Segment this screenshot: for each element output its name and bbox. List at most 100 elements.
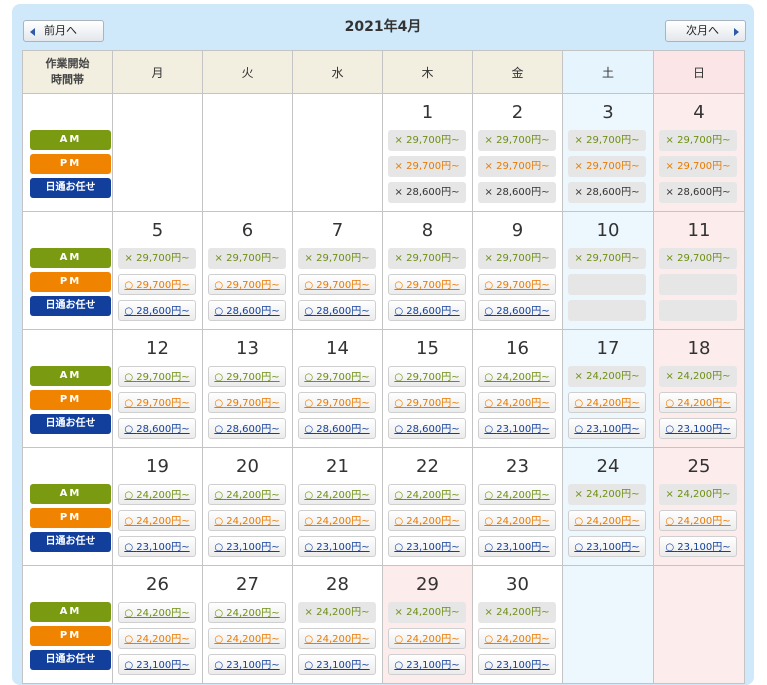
am-slot-available[interactable]: ○ 24,200円~ xyxy=(478,484,556,505)
free-slot-available[interactable]: ○ 28,600円~ xyxy=(388,418,466,439)
slot-price: 24,200円~ xyxy=(496,490,550,501)
free-slot-available[interactable]: ○ 23,100円~ xyxy=(118,536,196,557)
free-slot-available[interactable]: ○ 23,100円~ xyxy=(388,654,466,675)
pm-slot-available[interactable]: ○ 29,700円~ xyxy=(388,392,466,413)
pm-slot-available[interactable]: ○ 24,200円~ xyxy=(208,628,286,649)
am-slot-available[interactable]: ○ 24,200円~ xyxy=(388,484,466,505)
pm-slot-available[interactable]: ○ 29,700円~ xyxy=(388,274,466,295)
pm-slot-available[interactable]: ○ 29,700円~ xyxy=(298,392,376,413)
am-slot-available[interactable]: ○ 24,200円~ xyxy=(478,366,556,387)
am-slot-available[interactable]: ○ 24,200円~ xyxy=(118,484,196,505)
calendar-day-cell: 7 × 29,700円~ ○ 29,700円~ ○ 28,600円~ xyxy=(292,211,383,330)
slot-price: 23,100円~ xyxy=(316,660,370,671)
pm-slot-available[interactable]: ○ 24,200円~ xyxy=(659,510,737,531)
free-slot-available[interactable]: ○ 28,600円~ xyxy=(208,300,286,321)
circle-icon: ○ xyxy=(124,542,134,553)
free-slot-available[interactable]: ○ 28,600円~ xyxy=(388,300,466,321)
slot-price: 24,200円~ xyxy=(586,516,640,527)
calendar-day-cell: 12 ○ 29,700円~ ○ 29,700円~ ○ 28,600円~ xyxy=(112,329,203,448)
am-slot-available[interactable]: ○ 24,200円~ xyxy=(208,484,286,505)
free-slot-label: 日通お任せ xyxy=(30,532,111,552)
free-slot-available[interactable]: ○ 28,600円~ xyxy=(208,418,286,439)
calendar-day-cell: 20 ○ 24,200円~ ○ 24,200円~ ○ 23,100円~ xyxy=(202,447,293,566)
free-slot-available[interactable]: ○ 23,100円~ xyxy=(659,536,737,557)
day-number: 17 xyxy=(596,338,620,359)
free-slot-available[interactable]: ○ 23,100円~ xyxy=(208,536,286,557)
am-slot-full: × 29,700円~ xyxy=(118,248,196,269)
cross-icon: × xyxy=(484,607,493,618)
pm-slot-available[interactable]: ○ 24,200円~ xyxy=(208,510,286,531)
pm-slot-available[interactable]: ○ 24,200円~ xyxy=(478,628,556,649)
am-slot-available[interactable]: ○ 29,700円~ xyxy=(208,366,286,387)
pm-slot-available[interactable]: ○ 29,700円~ xyxy=(208,274,286,295)
pm-slot-available[interactable]: ○ 24,200円~ xyxy=(118,628,196,649)
free-slot-available[interactable]: ○ 23,100円~ xyxy=(478,654,556,675)
calendar-day-cell: 24 × 24,200円~ ○ 24,200円~ ○ 23,100円~ xyxy=(562,447,654,566)
free-slot-available[interactable]: ○ 28,600円~ xyxy=(478,300,556,321)
pm-slot-available[interactable]: ○ 24,200円~ xyxy=(478,510,556,531)
slot-price: 29,700円~ xyxy=(406,398,460,409)
next-month-button[interactable]: 次月へ xyxy=(665,20,746,42)
slot-price: 29,700円~ xyxy=(586,161,640,172)
slot-price: 24,200円~ xyxy=(406,634,460,645)
day-number: 8 xyxy=(421,220,434,241)
pm-slot-available[interactable]: ○ 29,700円~ xyxy=(118,392,196,413)
pm-slot-available[interactable]: ○ 24,200円~ xyxy=(568,392,646,413)
free-slot-available[interactable]: ○ 28,600円~ xyxy=(298,418,376,439)
cross-icon: × xyxy=(484,135,493,146)
slot-price: 23,100円~ xyxy=(316,542,370,553)
am-slot-available[interactable]: ○ 24,200円~ xyxy=(118,602,196,623)
day-number: 1 xyxy=(421,102,434,123)
slot-price: 28,600円~ xyxy=(406,187,460,198)
free-slot-available[interactable]: ○ 23,100円~ xyxy=(298,536,376,557)
pm-slot-available[interactable]: ○ 29,700円~ xyxy=(208,392,286,413)
pm-slot-available[interactable]: ○ 24,200円~ xyxy=(388,510,466,531)
free-slot-available[interactable]: ○ 23,100円~ xyxy=(568,536,646,557)
pm-slot-available[interactable]: ○ 24,200円~ xyxy=(298,510,376,531)
pm-slot-available[interactable]: ○ 29,700円~ xyxy=(118,274,196,295)
am-slot-available[interactable]: ○ 29,700円~ xyxy=(298,366,376,387)
calendar-day-cell: 25 × 24,200円~ ○ 24,200円~ ○ 23,100円~ xyxy=(653,447,745,566)
cross-icon: × xyxy=(394,253,403,264)
am-slot-available[interactable]: ○ 24,200円~ xyxy=(208,602,286,623)
am-slot-available[interactable]: ○ 29,700円~ xyxy=(118,366,196,387)
pm-slot-available[interactable]: ○ 29,700円~ xyxy=(298,274,376,295)
free-slot-available[interactable]: ○ 28,600円~ xyxy=(298,300,376,321)
pm-slot-available[interactable]: ○ 24,200円~ xyxy=(118,510,196,531)
pm-slot-available[interactable]: ○ 24,200円~ xyxy=(388,628,466,649)
circle-icon: ○ xyxy=(394,634,404,645)
slot-price: 24,200円~ xyxy=(406,490,460,501)
circle-icon: ○ xyxy=(214,306,224,317)
cross-icon: × xyxy=(484,161,493,172)
circle-icon: ○ xyxy=(214,424,224,435)
pm-slot-available[interactable]: ○ 24,200円~ xyxy=(298,628,376,649)
am-slot-label: AM xyxy=(30,130,111,150)
slot-price: 29,700円~ xyxy=(406,280,460,291)
circle-icon: ○ xyxy=(214,516,224,527)
free-slot-available[interactable]: ○ 23,100円~ xyxy=(388,536,466,557)
free-slot-available[interactable]: ○ 23,100円~ xyxy=(208,654,286,675)
pm-slot-available[interactable]: ○ 24,200円~ xyxy=(478,392,556,413)
free-slot-available[interactable]: ○ 28,600円~ xyxy=(118,418,196,439)
circle-icon: ○ xyxy=(214,608,224,619)
free-slot-available[interactable]: ○ 23,100円~ xyxy=(659,418,737,439)
cross-icon: × xyxy=(214,253,223,264)
am-slot-available[interactable]: ○ 29,700円~ xyxy=(388,366,466,387)
free-slot-available[interactable]: ○ 23,100円~ xyxy=(478,418,556,439)
free-slot-available[interactable]: ○ 23,100円~ xyxy=(118,654,196,675)
free-slot-available[interactable]: ○ 23,100円~ xyxy=(478,536,556,557)
calendar-day-cell: 30 × 24,200円~ ○ 24,200円~ ○ 23,100円~ xyxy=(472,565,563,684)
pm-slot-available[interactable]: ○ 29,700円~ xyxy=(478,274,556,295)
free-slot-available[interactable]: ○ 23,100円~ xyxy=(298,654,376,675)
day-number: 4 xyxy=(693,102,705,123)
am-slot-available[interactable]: ○ 24,200円~ xyxy=(298,484,376,505)
weekday-header-wed: 水 xyxy=(292,50,383,94)
slot-price: 24,200円~ xyxy=(316,634,370,645)
am-slot-full: × 29,700円~ xyxy=(659,130,737,151)
slot-labels-cell: AM PM 日通お任せ xyxy=(22,565,113,684)
pm-slot-available[interactable]: ○ 24,200円~ xyxy=(659,392,737,413)
pm-slot-available[interactable]: ○ 24,200円~ xyxy=(568,510,646,531)
free-slot-available[interactable]: ○ 28,600円~ xyxy=(118,300,196,321)
calendar-table: 作業開始 時間帯 月 火 水 木 金 土 日 AM PM 日通お任せ 1 × 29,70… xyxy=(22,50,745,684)
free-slot-available[interactable]: ○ 23,100円~ xyxy=(568,418,646,439)
